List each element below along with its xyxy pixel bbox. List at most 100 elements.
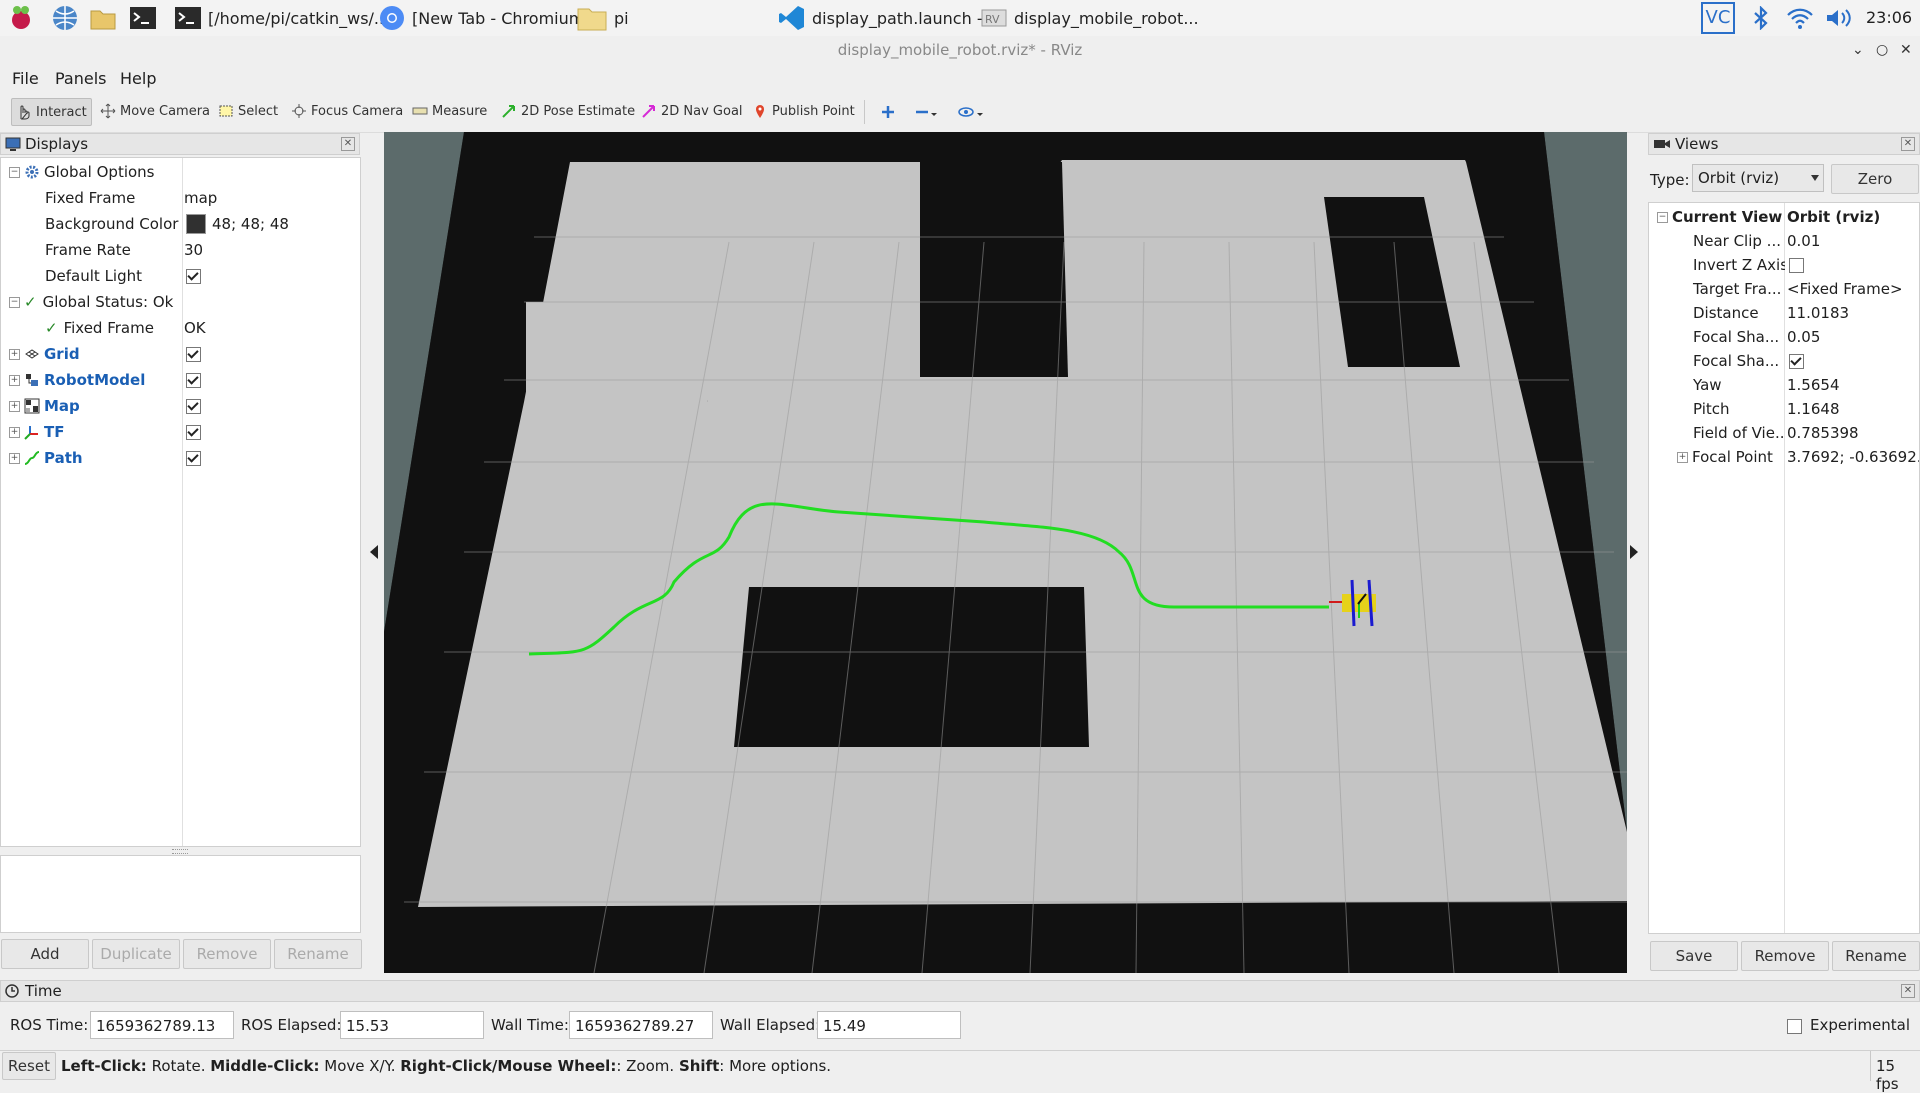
raspberry-menu-icon[interactable] (6, 3, 36, 33)
move-camera-tool-button[interactable]: Move Camera (96, 98, 214, 124)
collapse-right-arrow-icon[interactable] (1629, 544, 1639, 560)
add-display-button[interactable]: Add (1, 939, 89, 969)
close-panel-icon[interactable]: ✕ (341, 137, 355, 151)
tree-row-robotmodel[interactable]: + RobotModel (1, 367, 360, 393)
ros-time-field[interactable]: 1659362789.13 (90, 1011, 234, 1039)
tree-row-current-view[interactable]: − Current View Orbit (rviz) (1649, 205, 1919, 229)
frame-rate-value[interactable]: 30 (184, 241, 203, 259)
tree-row-global-options[interactable]: − Global Options (1, 159, 360, 185)
view-prop-row[interactable]: Focal Sha... (1649, 349, 1919, 373)
view-type-select[interactable]: Orbit (rviz) (1692, 164, 1824, 192)
eye-properties-dropdown-icon[interactable] (958, 104, 984, 120)
wall-elapsed-field[interactable]: 15.49 (817, 1011, 961, 1039)
focus-camera-tool-button[interactable]: Focus Camera (287, 98, 407, 124)
tree-row-status-fixed-frame[interactable]: ✓ Fixed Frame OK (1, 315, 360, 341)
display-checkbox[interactable] (186, 398, 201, 414)
expand-icon[interactable]: + (9, 400, 20, 412)
view-prop-row[interactable]: Field of Vie... 0.785398 (1649, 421, 1919, 445)
view-prop-row[interactable]: Pitch 1.1648 (1649, 397, 1919, 421)
display-checkbox[interactable] (186, 450, 201, 466)
reset-button[interactable]: Reset (2, 1052, 56, 1080)
remove-view-button[interactable]: Remove (1741, 941, 1829, 971)
prop-value[interactable]: <Fixed Frame> (1787, 280, 1903, 298)
tree-row-fixed-frame[interactable]: Fixed Frame map (1, 185, 360, 211)
select-tool-button[interactable]: Select (214, 98, 282, 124)
color-swatch[interactable] (186, 214, 206, 234)
collapse-icon[interactable]: − (9, 166, 20, 178)
tree-row-map[interactable]: + Map (1, 393, 360, 419)
browser-icon[interactable] (50, 3, 80, 33)
nav-goal-tool-button[interactable]: 2D Nav Goal (637, 98, 747, 124)
focal-shape-fixed-checkbox[interactable] (1789, 353, 1804, 369)
menu-panels[interactable]: Panels (55, 69, 107, 88)
bluetooth-icon[interactable] (1750, 6, 1772, 30)
view-prop-row[interactable]: Distance 11.0183 (1649, 301, 1919, 325)
expand-icon[interactable]: + (1677, 451, 1688, 463)
wifi-icon[interactable] (1786, 6, 1814, 30)
view-prop-row[interactable]: Yaw 1.5654 (1649, 373, 1919, 397)
measure-tool-button[interactable]: Measure (408, 98, 491, 124)
view-prop-row[interactable]: Near Clip ... 0.01 (1649, 229, 1919, 253)
tree-row-background-color[interactable]: Background Color 48; 48; 48 (1, 211, 360, 237)
save-view-button[interactable]: Save (1650, 941, 1738, 971)
view-prop-row[interactable]: + Focal Point 3.7692; -0.63692... (1649, 445, 1919, 469)
task-terminal[interactable]: [/home/pi/catkin_ws/... (174, 0, 389, 36)
duplicate-display-button[interactable]: Duplicate (92, 939, 180, 969)
close-panel-icon[interactable]: ✕ (1901, 137, 1915, 151)
prop-value[interactable]: 0.05 (1787, 328, 1820, 346)
interact-tool-button[interactable]: Interact (11, 98, 92, 126)
wall-time-field[interactable]: 1659362789.27 (569, 1011, 713, 1039)
menu-help[interactable]: Help (120, 69, 156, 88)
view-prop-row[interactable]: Target Fra... <Fixed Frame> (1649, 277, 1919, 301)
tree-row-grid[interactable]: + Grid (1, 341, 360, 367)
prop-value[interactable]: 0.785398 (1787, 424, 1859, 442)
expand-icon[interactable]: + (9, 348, 20, 360)
close-panel-icon[interactable]: ✕ (1901, 984, 1915, 998)
tree-row-default-light[interactable]: Default Light (1, 263, 360, 289)
file-manager-icon[interactable] (88, 3, 118, 33)
add-tool-icon[interactable] (880, 104, 896, 120)
volume-icon[interactable] (1824, 6, 1854, 30)
collapse-left-arrow-icon[interactable] (369, 544, 379, 560)
prop-value[interactable]: 11.0183 (1787, 304, 1849, 322)
display-checkbox[interactable] (186, 424, 201, 440)
fixed-frame-value[interactable]: map (184, 189, 217, 207)
prop-value[interactable]: 3.7692; -0.63692... (1787, 448, 1919, 466)
splitter-handle[interactable] (172, 849, 188, 854)
display-checkbox[interactable] (186, 346, 201, 362)
collapse-icon[interactable]: − (1657, 211, 1668, 223)
remove-display-button[interactable]: Remove (183, 939, 271, 969)
prop-value[interactable]: 0.01 (1787, 232, 1820, 250)
close-button[interactable]: ✕ (1900, 36, 1912, 64)
render-viewport[interactable] (384, 132, 1627, 974)
rename-view-button[interactable]: Rename (1832, 941, 1920, 971)
task-rviz[interactable]: RV display_mobile_robot... (980, 0, 1199, 36)
tree-row-frame-rate[interactable]: Frame Rate 30 (1, 237, 360, 263)
task-vscode[interactable]: display_path.launch -... (778, 0, 998, 36)
experimental-checkbox[interactable] (1787, 1019, 1802, 1034)
background-color-value[interactable]: 48; 48; 48 (212, 215, 289, 233)
remove-tool-dropdown-icon[interactable] (914, 104, 938, 120)
menu-file[interactable]: File (12, 69, 39, 88)
prop-value[interactable]: 1.5654 (1787, 376, 1840, 394)
invert-z-checkbox[interactable] (1789, 257, 1804, 273)
terminal-launcher-icon[interactable] (128, 3, 158, 33)
tree-row-path[interactable]: + Path (1, 445, 360, 471)
view-prop-row[interactable]: Focal Sha... 0.05 (1649, 325, 1919, 349)
scene-3d[interactable] (384, 132, 1627, 974)
tree-row-global-status[interactable]: − ✓ Global Status: Ok (1, 289, 360, 315)
expand-icon[interactable]: + (9, 426, 20, 438)
expand-icon[interactable]: + (9, 374, 20, 386)
task-folder[interactable]: pi (576, 0, 629, 36)
prop-value[interactable]: 1.1648 (1787, 400, 1840, 418)
vnc-tray-icon[interactable]: VC (1701, 2, 1735, 34)
default-light-checkbox[interactable] (186, 268, 201, 284)
tree-row-tf[interactable]: + TF (1, 419, 360, 445)
minimize-button[interactable]: ⌄ (1852, 36, 1864, 64)
zero-button[interactable]: Zero (1831, 164, 1919, 194)
pose-estimate-tool-button[interactable]: 2D Pose Estimate (497, 98, 639, 124)
ros-elapsed-field[interactable]: 15.53 (340, 1011, 484, 1039)
collapse-icon[interactable]: − (9, 296, 20, 308)
rename-display-button[interactable]: Rename (274, 939, 362, 969)
display-checkbox[interactable] (186, 372, 201, 388)
